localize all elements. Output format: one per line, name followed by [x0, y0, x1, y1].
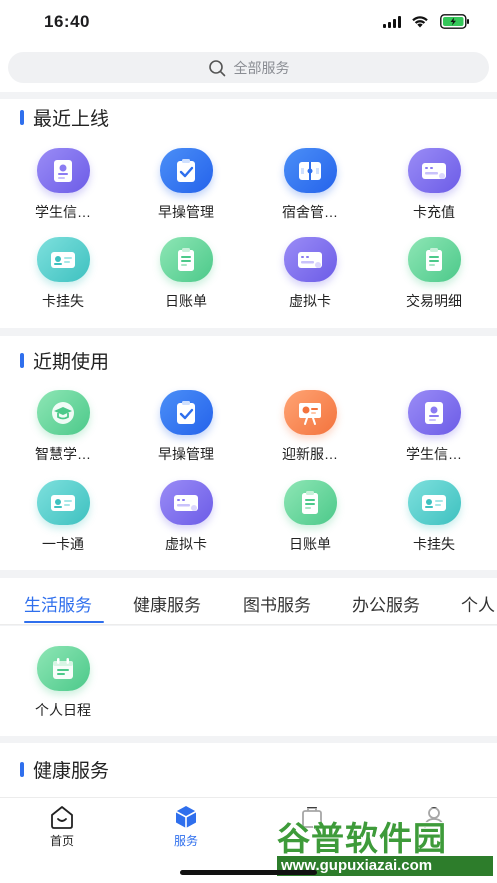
service-item[interactable]: 虚拟卡 — [124, 480, 248, 560]
service-item[interactable]: 卡充值 — [372, 148, 496, 228]
search-icon — [208, 59, 225, 76]
calendar-icon — [36, 646, 90, 691]
service-item[interactable]: 虚拟卡 — [248, 237, 372, 317]
cellular-signal-icon — [383, 16, 401, 28]
service-label: 卡挂失 — [42, 293, 84, 309]
card-icon — [159, 480, 213, 525]
tab-library-services[interactable]: 图书服务 — [243, 591, 311, 616]
service-item[interactable]: 早操管理 — [124, 148, 248, 228]
service-item[interactable]: 学生信… — [1, 148, 125, 228]
tabbar-home[interactable]: 首页 — [32, 804, 92, 849]
id-card-icon — [407, 480, 461, 525]
service-item[interactable]: 日账单 — [124, 237, 248, 317]
search-input[interactable]: 全部服务 — [8, 52, 489, 83]
service-label: 个人日程 — [35, 702, 91, 718]
presentation-icon — [283, 390, 337, 435]
tab-life-services[interactable]: 生活服务 — [24, 591, 92, 616]
graduation-icon — [36, 390, 90, 435]
recent-online-section: 最近上线 学生信… 早操管理 宿舍管… 卡充值卡挂失 日账单 虚拟卡 交易明细 — [0, 99, 497, 328]
service-item[interactable]: 一卡通 — [1, 480, 125, 560]
service-label: 学生信… — [406, 446, 462, 462]
service-item[interactable]: 智慧学… — [1, 390, 125, 470]
search-area: 全部服务 — [0, 44, 497, 92]
student-id-icon — [407, 390, 461, 435]
health-services-section: 健康服务 — [0, 743, 497, 803]
bill-icon — [159, 237, 213, 282]
bill-icon — [283, 480, 337, 525]
section-accent-bar — [20, 109, 24, 125]
section-title: 健康服务 — [20, 757, 110, 782]
service-item[interactable]: 宿舍管… — [248, 148, 372, 228]
tabbar-services[interactable]: 服务 — [156, 804, 216, 849]
service-item[interactable]: 卡挂失 — [372, 480, 496, 560]
service-item[interactable]: 学生信… — [372, 390, 496, 470]
service-label: 虚拟卡 — [289, 293, 331, 309]
active-tab-indicator — [24, 621, 104, 623]
home-indicator — [180, 870, 317, 875]
service-item-personal-schedule[interactable]: 个人日程 — [1, 646, 125, 726]
service-label: 迎新服… — [282, 446, 338, 462]
home-icon — [51, 806, 73, 829]
student-id-icon — [36, 148, 90, 193]
service-item[interactable]: 交易明细 — [372, 237, 496, 317]
service-item[interactable]: 迎新服… — [248, 390, 372, 470]
clipboard-check-icon — [159, 148, 213, 193]
service-label: 早操管理 — [158, 446, 214, 462]
section-title-text: 最近上线 — [33, 108, 110, 130]
tab-health-services[interactable]: 健康服务 — [133, 591, 201, 616]
watermark-text: 谷普软件园 — [277, 820, 447, 857]
service-label: 一卡通 — [42, 536, 84, 552]
tab-office-services[interactable]: 办公服务 — [352, 591, 420, 616]
service-label: 宿舍管… — [282, 204, 338, 220]
search-placeholder: 全部服务 — [233, 59, 290, 76]
id-card-icon — [36, 237, 90, 282]
section-accent-bar — [20, 352, 24, 368]
watermark: 谷普软件园 www.gupuxiazai.com — [273, 808, 497, 878]
service-label: 卡挂失 — [413, 536, 455, 552]
clipboard-check-icon — [159, 390, 213, 435]
status-time: 16:40 — [44, 12, 90, 31]
life-services-panel: 个人日程 — [0, 626, 497, 736]
dorm-icon — [283, 148, 337, 193]
card-icon — [283, 237, 337, 282]
status-bar: 16:40 — [0, 0, 497, 44]
service-label: 虚拟卡 — [165, 536, 207, 552]
service-label: 卡充值 — [413, 204, 455, 220]
service-label: 智慧学… — [35, 446, 91, 462]
tabbar-label: 服务 — [173, 834, 198, 848]
bill-icon — [407, 237, 461, 282]
section-title-text: 健康服务 — [33, 760, 110, 782]
section-title: 近期使用 — [20, 348, 110, 373]
tabbar-label: 首页 — [49, 834, 74, 848]
section-title: 最近上线 — [20, 105, 110, 130]
category-tabs: 生活服务 健康服务 图书服务 办公服务 个人 — [0, 578, 497, 625]
recent-used-section: 近期使用 智慧学… 早操管理 迎新服… 学生信… 一卡通 虚拟卡 日账单 卡挂失 — [0, 336, 497, 570]
service-label: 交易明细 — [406, 293, 462, 309]
service-item[interactable]: 日账单 — [248, 480, 372, 560]
card-icon — [407, 148, 461, 193]
service-label: 早操管理 — [158, 204, 214, 220]
wifi-icon — [412, 16, 428, 28]
id-card-icon — [36, 480, 90, 525]
section-accent-bar — [20, 761, 24, 777]
service-item[interactable]: 早操管理 — [124, 390, 248, 470]
section-title-text: 近期使用 — [33, 351, 110, 373]
tab-personal[interactable]: 个人 — [461, 591, 495, 616]
service-label: 日账单 — [289, 536, 331, 552]
service-label: 日账单 — [165, 293, 207, 309]
service-item[interactable]: 卡挂失 — [1, 237, 125, 317]
cube-icon — [175, 806, 197, 828]
battery-icon — [440, 14, 469, 29]
service-label: 学生信… — [35, 204, 91, 220]
